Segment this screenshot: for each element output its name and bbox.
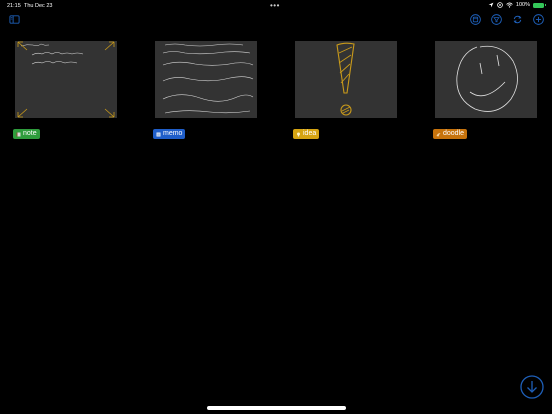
notebook-card-idea[interactable]: idea <box>293 41 397 139</box>
notebook-thumbnail[interactable] <box>295 41 397 118</box>
tag-note[interactable]: note <box>13 129 40 139</box>
sidebar-icon[interactable] <box>9 14 20 25</box>
memo-icon <box>156 132 161 136</box>
memo-sketch <box>155 41 257 118</box>
status-date: Thu Dec 23 <box>24 3 53 9</box>
stack-icon[interactable] <box>470 14 481 25</box>
doodle-sketch <box>435 41 537 118</box>
location-icon <box>488 2 494 8</box>
notebook-card-memo[interactable]: memo <box>153 41 257 139</box>
idea-sketch <box>295 41 397 118</box>
lightbulb-icon <box>297 132 300 136</box>
status-bar: 21:15 Thu Dec 23 ••• 100% <box>0 0 552 12</box>
battery-icon <box>533 2 546 8</box>
notebook-thumbnail[interactable] <box>155 41 257 118</box>
tag-label: idea <box>303 130 317 137</box>
notebook-card-doodle[interactable]: doodle <box>433 41 537 139</box>
tag-idea[interactable]: idea <box>293 129 320 139</box>
sync-icon[interactable] <box>512 14 523 25</box>
download-arrow-icon <box>527 381 537 393</box>
notebook-thumbnail[interactable] <box>435 41 537 118</box>
book-icon <box>16 132 21 136</box>
toolbar-right <box>470 14 544 25</box>
notebook-thumbnail[interactable] <box>15 41 117 118</box>
status-time: 21:15 <box>7 3 21 9</box>
wifi-icon <box>506 2 513 8</box>
battery-percent: 100% <box>515 2 530 8</box>
note-sketch <box>15 41 117 118</box>
toolbar-left <box>9 14 20 25</box>
tag-label: note <box>23 130 37 137</box>
paint-icon <box>436 132 441 136</box>
tag-label: doodle <box>443 130 465 137</box>
filter-icon[interactable] <box>491 14 502 25</box>
status-right: 100% <box>488 2 546 8</box>
tag-doodle[interactable]: doodle <box>433 129 468 139</box>
add-icon[interactable] <box>533 14 544 25</box>
focus-icon <box>497 2 503 8</box>
tag-memo[interactable]: memo <box>153 129 186 139</box>
notebook-card-note[interactable]: note <box>13 41 117 139</box>
multitask-dots[interactable]: ••• <box>270 1 280 10</box>
tag-label: memo <box>163 130 183 137</box>
home-indicator[interactable] <box>207 406 346 410</box>
download-button[interactable] <box>520 375 544 399</box>
